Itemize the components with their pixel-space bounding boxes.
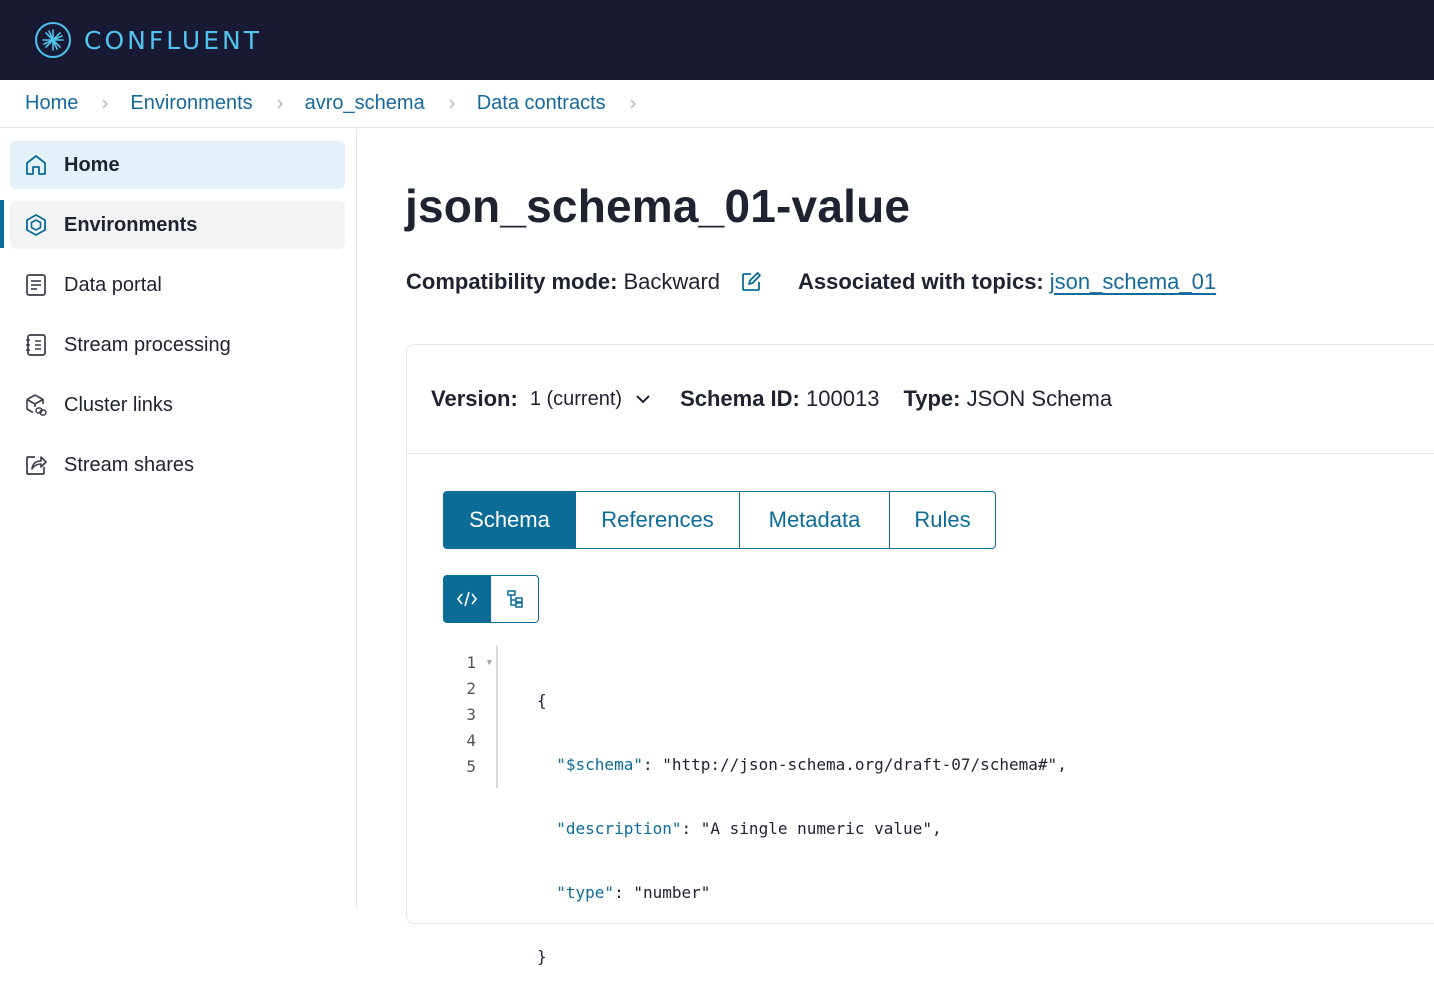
breadcrumb-item: Data contracts: [477, 92, 658, 115]
sidebar-item-label: Cluster links: [64, 393, 173, 416]
code-line: "type": "number": [556, 883, 711, 902]
breadcrumb-link-data-contracts[interactable]: Data contracts: [477, 92, 606, 115]
json-value: "A single numeric value": [700, 819, 932, 838]
tab-rules[interactable]: Rules: [890, 491, 996, 549]
sidebar: Home Environments Data portal Stream pro…: [0, 129, 357, 909]
tab-metadata[interactable]: Metadata: [740, 491, 890, 549]
sidebar-item-label: Home: [64, 153, 120, 176]
code-view-icon: [456, 591, 478, 607]
version-dropdown[interactable]: 1 (current): [530, 388, 652, 411]
version-label: Version:: [431, 386, 518, 411]
tab-references[interactable]: References: [576, 491, 740, 549]
main-content: json_schema_01-value Compatibility mode:…: [358, 129, 1434, 966]
sidebar-item-cluster-links[interactable]: Cluster links: [10, 381, 345, 429]
chevron-right-icon: [277, 99, 283, 108]
schema-id-label: Schema ID:: [680, 386, 800, 411]
schema-card: Version: 1 (current) Schema ID: 100013 T…: [406, 344, 1434, 966]
schema-tabs: Schema References Metadata Rules: [443, 491, 996, 549]
sidebar-item-stream-shares[interactable]: Stream shares: [10, 441, 345, 489]
confluent-logo-icon: [35, 22, 71, 58]
brand-name: CONFLUENT: [84, 25, 262, 55]
edit-icon[interactable]: [740, 271, 762, 293]
chevron-right-icon: [630, 99, 636, 108]
line-number: 5: [466, 757, 476, 776]
tree-view-button[interactable]: [491, 575, 539, 623]
compatibility-label: Compatibility mode:: [406, 269, 618, 294]
share-icon: [23, 452, 49, 478]
breadcrumb-link-home[interactable]: Home: [25, 92, 78, 115]
sidebar-item-label: Stream processing: [64, 333, 231, 356]
code-line: "$schema": "http://json-schema.org/draft…: [556, 755, 1067, 774]
code-line: }: [537, 947, 547, 966]
sidebar-item-label: Environments: [64, 213, 198, 236]
json-key: "type": [556, 883, 615, 902]
chevron-right-icon: [449, 99, 455, 108]
document-icon: [23, 272, 49, 298]
confluent-logo[interactable]: CONFLUENT: [34, 21, 262, 59]
view-toggle: [443, 575, 539, 623]
breadcrumb-link-avro-schema[interactable]: avro_schema: [305, 92, 425, 115]
code-view-button[interactable]: [443, 575, 491, 623]
line-number: 2: [466, 679, 476, 698]
link-cube-icon: [23, 392, 49, 418]
fold-arrow-icon[interactable]: ▼: [487, 650, 492, 676]
json-value: "number": [633, 883, 711, 902]
breadcrumb-item: Home: [25, 92, 130, 115]
schema-info-bar: Version: 1 (current) Schema ID: 100013 T…: [407, 345, 1434, 454]
sidebar-item-data-portal[interactable]: Data portal: [10, 261, 345, 309]
json-value: "http://json-schema.org/draft-07/schema#…: [662, 755, 1058, 774]
notebook-icon: [23, 332, 49, 358]
line-gutter: 1 ▼ 2 3 4 5: [443, 650, 503, 780]
topic-link[interactable]: json_schema_01: [1050, 269, 1216, 295]
code-line: "description": "A single numeric value",: [556, 819, 942, 838]
tree-view-icon: [506, 590, 523, 608]
breadcrumb-item: Environments: [130, 92, 304, 115]
schema-type: Type: JSON Schema: [903, 386, 1112, 412]
json-key: "$schema": [556, 755, 643, 774]
line-number: 1 ▼: [443, 650, 503, 676]
sidebar-item-stream-processing[interactable]: Stream processing: [10, 321, 345, 369]
sidebar-item-home[interactable]: Home: [10, 141, 345, 189]
json-key: "description": [556, 819, 682, 838]
breadcrumb-item: avro_schema: [305, 92, 477, 115]
sidebar-item-label: Stream shares: [64, 453, 195, 476]
schema-id: Schema ID: 100013: [680, 386, 879, 412]
sidebar-item-environments[interactable]: Environments: [10, 201, 345, 249]
chevron-down-icon: [636, 395, 650, 404]
schema-type-label: Type:: [903, 386, 961, 411]
chevron-right-icon: [102, 99, 109, 108]
line-number: 3: [466, 705, 476, 724]
line-number: 4: [466, 731, 476, 750]
code-line: {: [537, 691, 547, 710]
sidebar-item-label: Data portal: [64, 273, 162, 296]
compatibility-value: Backward: [623, 269, 721, 294]
home-icon: [23, 152, 49, 178]
gutter-divider: [496, 646, 498, 788]
selected-indicator: [0, 200, 4, 248]
breadcrumb: Home Environments avro_schema Data contr…: [0, 80, 1434, 128]
tab-schema[interactable]: Schema: [443, 491, 576, 549]
topics-label: Associated with topics:: [798, 269, 1044, 294]
schema-id-value: 100013: [806, 386, 880, 411]
schema-type-value: JSON Schema: [966, 386, 1113, 411]
page-title: json_schema_01-value: [405, 180, 911, 232]
schema-meta: Compatibility mode: Backward Associated …: [406, 269, 1216, 295]
breadcrumb-link-environments[interactable]: Environments: [130, 92, 252, 115]
top-bar: CONFLUENT: [0, 0, 1434, 80]
version-value: 1 (current): [529, 387, 623, 410]
cube-icon: [23, 212, 49, 238]
code-lines: { "$schema": "http://json-schema.org/dra…: [537, 650, 1067, 1008]
